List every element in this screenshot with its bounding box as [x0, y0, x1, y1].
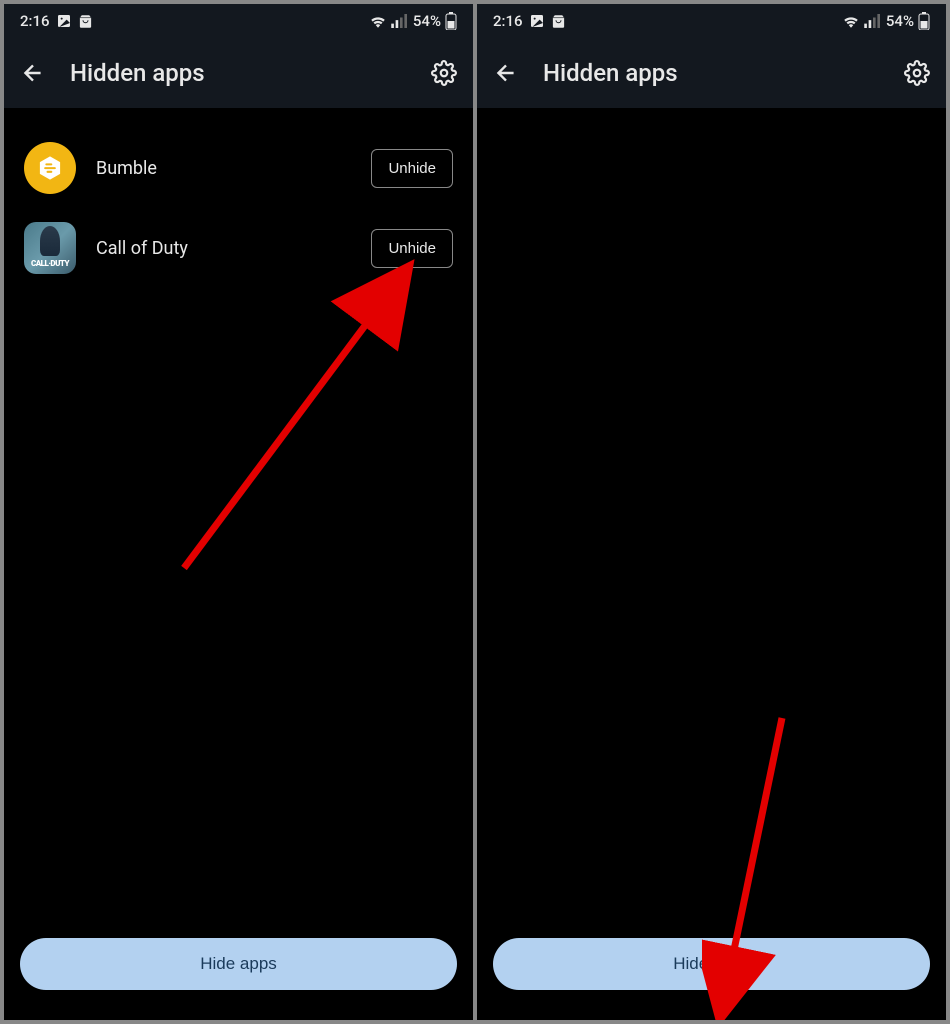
signal-icon [864, 14, 882, 28]
shopping-bag-icon [551, 14, 566, 29]
bottom-bar: Hide apps [4, 922, 473, 1020]
battery-percent: 54% [413, 12, 441, 30]
app-row-bumble: Bumble Unhide [4, 128, 473, 208]
settings-gear-icon[interactable] [904, 60, 930, 86]
phone-right: 2:16 54% Hidden apps [477, 4, 946, 1020]
picture-icon [529, 13, 545, 29]
app-list: Bumble Unhide CALL·DUTY Call of Duty Unh… [4, 108, 473, 922]
status-bar: 2:16 54% [477, 4, 946, 38]
page-title: Hidden apps [70, 59, 407, 87]
wifi-icon [369, 14, 387, 28]
battery-icon [445, 12, 457, 30]
app-header: Hidden apps [477, 38, 946, 108]
app-row-cod: CALL·DUTY Call of Duty Unhide [4, 208, 473, 288]
settings-gear-icon[interactable] [431, 60, 457, 86]
annotation-arrow-icon [174, 258, 434, 578]
shopping-bag-icon [78, 14, 93, 29]
status-time: 2:16 [493, 12, 523, 30]
page-title: Hidden apps [543, 59, 880, 87]
hide-apps-button[interactable]: Hide apps [493, 938, 930, 990]
wifi-icon [842, 14, 860, 28]
unhide-button-bumble[interactable]: Unhide [371, 149, 453, 188]
picture-icon [56, 13, 72, 29]
bottom-bar: Hide apps [477, 922, 946, 1020]
app-header: Hidden apps [4, 38, 473, 108]
signal-icon [391, 14, 409, 28]
battery-icon [918, 12, 930, 30]
empty-app-list [477, 108, 946, 922]
phone-left: 2:16 54% Hidden apps [4, 4, 473, 1020]
status-bar: 2:16 54% [4, 4, 473, 38]
hide-apps-button[interactable]: Hide apps [20, 938, 457, 990]
cod-app-icon: CALL·DUTY [24, 222, 76, 274]
status-time: 2:16 [20, 12, 50, 30]
back-arrow-icon[interactable] [20, 60, 46, 86]
unhide-button-cod[interactable]: Unhide [371, 229, 453, 268]
back-arrow-icon[interactable] [493, 60, 519, 86]
battery-percent: 54% [886, 12, 914, 30]
app-name-label: Bumble [96, 158, 351, 179]
bumble-app-icon [24, 142, 76, 194]
app-name-label: Call of Duty [96, 238, 351, 259]
